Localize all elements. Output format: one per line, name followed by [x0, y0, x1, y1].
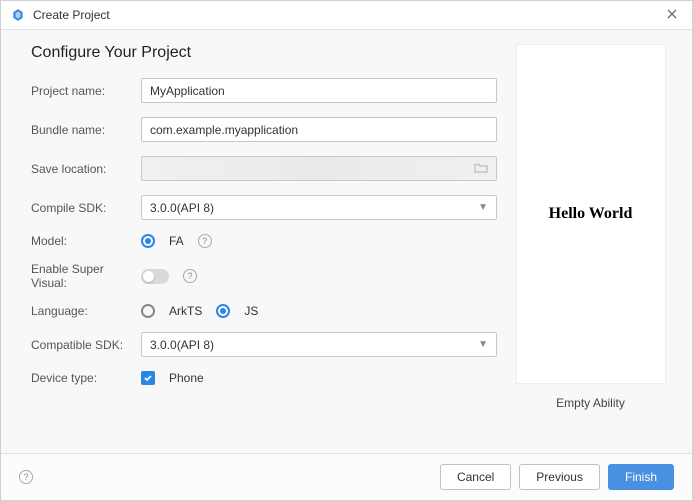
language-js-radio[interactable] — [216, 304, 230, 318]
compile-sdk-value: 3.0.0(API 8) — [150, 201, 214, 215]
dialog-title: Create Project — [33, 8, 110, 22]
label-compatible-sdk: Compatible SDK: — [31, 338, 141, 352]
row-language: Language: ArkTS JS — [31, 304, 497, 318]
create-project-dialog: Create Project Configure Your Project Pr… — [0, 0, 693, 501]
device-phone-checkbox[interactable] — [141, 371, 155, 385]
close-button[interactable] — [662, 7, 682, 23]
row-device-type: Device type: Phone — [31, 371, 497, 385]
page-heading: Configure Your Project — [31, 44, 497, 62]
label-model: Model: — [31, 234, 141, 248]
form-column: Configure Your Project Project name: Bun… — [31, 44, 497, 443]
row-bundle-name: Bundle name: — [31, 117, 497, 142]
row-compile-sdk: Compile SDK: 3.0.0(API 8) ▼ — [31, 195, 497, 220]
dialog-footer: ? Cancel Previous Finish — [1, 453, 692, 500]
help-icon[interactable]: ? — [183, 269, 197, 283]
bundle-name-input[interactable] — [141, 117, 497, 142]
previous-button[interactable]: Previous — [519, 464, 600, 490]
model-fa-radio[interactable] — [141, 234, 155, 248]
super-visual-toggle[interactable] — [141, 269, 169, 284]
language-arkts-radio[interactable] — [141, 304, 155, 318]
label-super-visual: Enable Super Visual: — [31, 262, 141, 290]
label-compile-sdk: Compile SDK: — [31, 201, 141, 215]
preview-text: Hello World — [549, 205, 633, 223]
row-project-name: Project name: — [31, 78, 497, 103]
label-project-name: Project name: — [31, 84, 141, 98]
label-device-type: Device type: — [31, 371, 141, 385]
chevron-down-icon: ▼ — [478, 202, 488, 213]
preview-box: Hello World — [516, 44, 666, 384]
label-language: Language: — [31, 304, 141, 318]
save-location-input[interactable] — [141, 156, 497, 181]
cancel-button[interactable]: Cancel — [440, 464, 511, 490]
dialog-content: Configure Your Project Project name: Bun… — [1, 30, 692, 453]
row-compatible-sdk: Compatible SDK: 3.0.0(API 8) ▼ — [31, 332, 497, 357]
language-js-label: JS — [244, 304, 258, 318]
row-enable-super-visual: Enable Super Visual: ? — [31, 262, 497, 290]
model-fa-label: FA — [169, 234, 184, 248]
label-bundle-name: Bundle name: — [31, 123, 141, 137]
row-save-location: Save location: — [31, 156, 497, 181]
label-save-location: Save location: — [31, 162, 141, 176]
preview-column: Hello World Empty Ability — [513, 44, 668, 443]
compile-sdk-select[interactable]: 3.0.0(API 8) ▼ — [141, 195, 497, 220]
row-model: Model: FA ? — [31, 234, 497, 248]
chevron-down-icon: ▼ — [478, 339, 488, 350]
help-icon[interactable]: ? — [198, 234, 212, 248]
finish-button[interactable]: Finish — [608, 464, 674, 490]
project-name-input[interactable] — [141, 78, 497, 103]
compatible-sdk-select[interactable]: 3.0.0(API 8) ▼ — [141, 332, 497, 357]
close-icon — [666, 8, 678, 20]
titlebar: Create Project — [1, 1, 692, 30]
check-icon — [143, 373, 153, 383]
preview-caption: Empty Ability — [556, 396, 625, 410]
language-arkts-label: ArkTS — [169, 304, 202, 318]
footer-help-icon[interactable]: ? — [19, 470, 33, 484]
compatible-sdk-value: 3.0.0(API 8) — [150, 338, 214, 352]
app-logo-icon — [11, 8, 25, 22]
device-phone-label: Phone — [169, 371, 204, 385]
folder-icon[interactable] — [474, 161, 488, 176]
